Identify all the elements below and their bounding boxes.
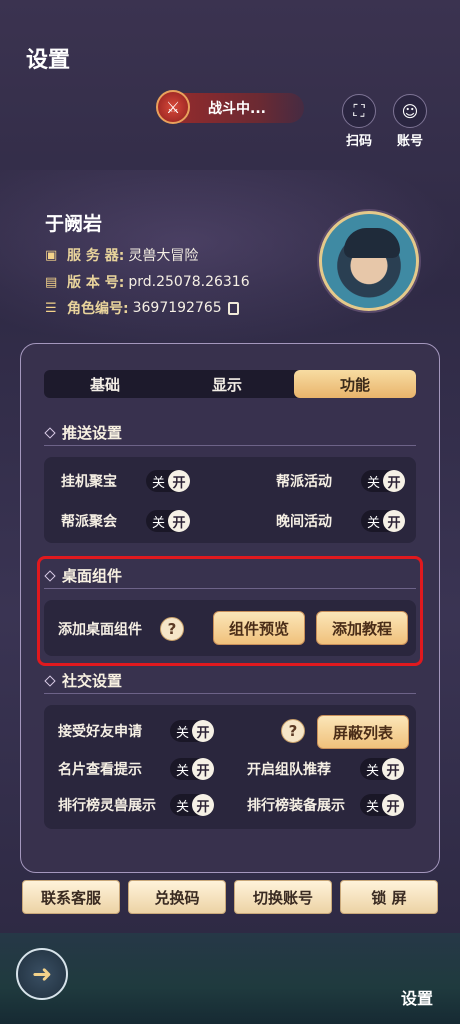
account-label: 账号	[396, 134, 423, 149]
toggle-off-label: 关	[176, 725, 190, 741]
toggle-knob: 开	[192, 720, 214, 742]
divider	[44, 693, 416, 694]
version-icon: ▤	[45, 274, 58, 290]
toggle-guild-activity[interactable]: 关 开	[361, 470, 405, 492]
bottom-settings-label: 设置	[401, 989, 434, 1008]
diamond-icon	[44, 426, 56, 439]
toggle-knob: 开	[382, 758, 404, 780]
toggle-knob: 开	[382, 794, 404, 816]
role-id-value: 3697192765	[132, 300, 222, 316]
role-id-row: ☰ 角色编号: 3697192765	[45, 298, 239, 318]
avatar[interactable]	[319, 211, 419, 311]
version-row: ▤ 版 本 号: prd.25078.26316	[45, 272, 250, 292]
scan-label: 扫码	[345, 134, 372, 149]
settings-tabs: 基础 显示 功能	[44, 370, 416, 398]
option-label: 帮派活动	[276, 474, 332, 490]
option-label: 排行榜灵兽展示	[58, 798, 156, 814]
option-label: 接受好友申请	[58, 724, 142, 740]
toggle-off-label: 关	[366, 799, 380, 815]
server-label: 服 务 器:	[67, 248, 125, 264]
list-icon: ☰	[45, 300, 57, 316]
option-label: 开启组队推荐	[247, 762, 331, 778]
bottom-bar	[0, 933, 460, 1024]
toggle-team-recommend[interactable]: 关 开	[360, 758, 404, 780]
toggle-rank-pet[interactable]: 关 开	[170, 794, 214, 816]
divider	[44, 445, 416, 446]
avatar-hair	[344, 228, 400, 258]
toggle-knob: 开	[168, 510, 190, 532]
tab-display[interactable]: 显示	[166, 370, 288, 398]
toggle-off-label: 关	[152, 515, 166, 531]
crossed-swords-icon: ⚔	[156, 90, 190, 124]
social-settings-title: 社交设置	[44, 670, 123, 691]
highlight-frame	[37, 556, 423, 666]
tab-function[interactable]: 功能	[294, 370, 416, 398]
role-id-label: 角色编号:	[67, 301, 129, 317]
switch-account-button[interactable]: 切换账号	[234, 880, 332, 914]
battle-status-label: 战斗中...	[208, 101, 266, 117]
option-label: 排行榜装备展示	[247, 798, 345, 814]
block-list-button[interactable]: 屏蔽列表	[317, 715, 409, 749]
social-settings-label: 社交设置	[62, 672, 123, 690]
toggle-knob: 开	[168, 470, 190, 492]
lock-screen-button[interactable]: 锁 屏	[340, 880, 438, 914]
redeem-code-button[interactable]: 兑换码	[128, 880, 226, 914]
toggle-rank-equipment[interactable]: 关 开	[360, 794, 404, 816]
toggle-card-view[interactable]: 关 开	[170, 758, 214, 780]
toggle-idle-treasure[interactable]: 关 开	[146, 470, 190, 492]
scan-icon: ⛶	[342, 94, 376, 128]
back-arrow-icon[interactable]: ➜	[16, 948, 68, 1000]
scan-button[interactable]: ⛶ 扫码	[339, 94, 379, 149]
toggle-evening-activity[interactable]: 关 开	[361, 510, 405, 532]
toggle-knob: 开	[192, 758, 214, 780]
toggle-off-label: 关	[367, 475, 381, 491]
account-icon: ☺	[393, 94, 427, 128]
push-settings-label: 推送设置	[62, 424, 123, 442]
option-label: 帮派聚会	[61, 514, 117, 530]
toggle-guild-gathering[interactable]: 关 开	[146, 510, 190, 532]
contact-support-button[interactable]: 联系客服	[22, 880, 120, 914]
toggle-off-label: 关	[176, 763, 190, 779]
option-label: 晚间活动	[276, 514, 332, 530]
server-row: ▣ 服 务 器: 灵兽大冒险	[45, 245, 198, 265]
copy-icon[interactable]	[227, 301, 239, 315]
toggle-off-label: 关	[152, 475, 166, 491]
help-icon[interactable]: ?	[281, 719, 305, 743]
page-title: 设置	[26, 48, 71, 73]
toggle-off-label: 关	[176, 799, 190, 815]
toggle-off-label: 关	[366, 763, 380, 779]
player-name: 于阙岩	[45, 213, 103, 235]
server-value: 灵兽大冒险	[128, 248, 199, 264]
option-label: 挂机聚宝	[61, 474, 117, 490]
version-label: 版 本 号:	[67, 275, 125, 291]
diamond-icon	[44, 674, 56, 687]
option-label: 名片查看提示	[58, 762, 142, 778]
push-settings-title: 推送设置	[44, 422, 123, 443]
version-value: prd.25078.26316	[128, 274, 250, 290]
account-button[interactable]: ☺ 账号	[390, 94, 430, 149]
toggle-knob: 开	[192, 794, 214, 816]
toggle-knob: 开	[383, 510, 405, 532]
toggle-knob: 开	[383, 470, 405, 492]
tab-basic[interactable]: 基础	[44, 370, 166, 398]
toggle-off-label: 关	[367, 515, 381, 531]
server-icon: ▣	[45, 247, 58, 263]
toggle-accept-friend[interactable]: 关 开	[170, 720, 214, 742]
